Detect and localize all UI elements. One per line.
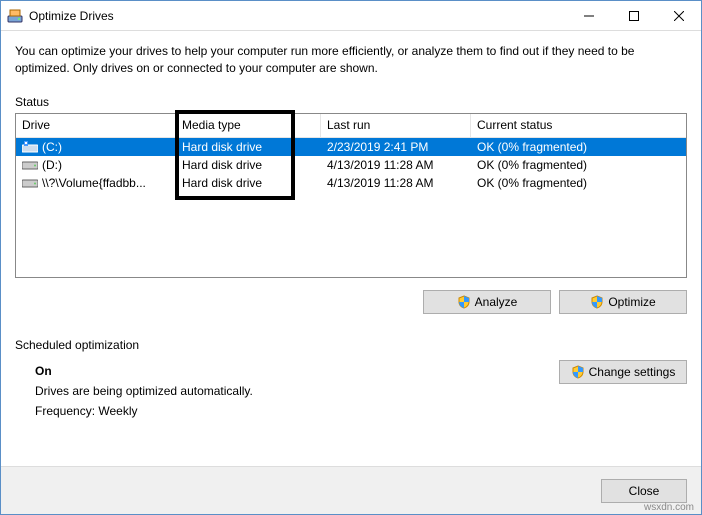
column-headers: Drive Media type Last run Current status <box>16 114 686 138</box>
drive-name: (D:) <box>42 158 62 172</box>
shield-icon <box>571 365 585 379</box>
drive-media: Hard disk drive <box>176 138 321 156</box>
hdd-icon <box>22 177 38 189</box>
scheduled-freq: Frequency: Weekly <box>35 404 687 418</box>
window-title: Optimize Drives <box>29 9 114 23</box>
hdd-icon <box>22 159 38 171</box>
table-row[interactable]: (C:) Hard disk drive 2/23/2019 2:41 PM O… <box>16 138 686 156</box>
col-status[interactable]: Current status <box>471 114 686 137</box>
col-drive[interactable]: Drive <box>16 114 176 137</box>
table-row[interactable]: (D:) Hard disk drive 4/13/2019 11:28 AM … <box>16 156 686 174</box>
drives-list[interactable]: Drive Media type Last run Current status… <box>15 113 687 278</box>
watermark: wsxdn.com <box>644 502 694 513</box>
col-media[interactable]: Media type <box>176 114 321 137</box>
drive-lastrun: 2/23/2019 2:41 PM <box>321 138 471 156</box>
maximize-button[interactable] <box>611 1 656 31</box>
os-drive-icon <box>22 141 38 153</box>
scheduled-desc: Drives are being optimized automatically… <box>35 384 687 398</box>
drive-status: OK (0% fragmented) <box>471 138 686 156</box>
drive-name: (C:) <box>42 140 62 154</box>
close-dialog-button[interactable]: Close <box>601 479 687 503</box>
table-row[interactable]: \\?\Volume{ffadbb... Hard disk drive 4/1… <box>16 174 686 192</box>
drive-media: Hard disk drive <box>176 156 321 174</box>
change-settings-label: Change settings <box>589 365 676 379</box>
drive-lastrun: 4/13/2019 11:28 AM <box>321 156 471 174</box>
optimize-button[interactable]: Optimize <box>559 290 687 314</box>
close-button[interactable] <box>656 1 701 31</box>
status-label: Status <box>15 95 687 109</box>
close-label: Close <box>629 484 660 498</box>
shield-icon <box>457 295 471 309</box>
drive-status: OK (0% fragmented) <box>471 156 686 174</box>
optimize-drives-window: Optimize Drives You can optimize your dr… <box>0 0 702 515</box>
drive-status: OK (0% fragmented) <box>471 174 686 192</box>
titlebar: Optimize Drives <box>1 1 701 31</box>
scheduled-label: Scheduled optimization <box>15 338 687 352</box>
col-lastrun[interactable]: Last run <box>321 114 471 137</box>
analyze-label: Analyze <box>475 295 518 309</box>
optimize-label: Optimize <box>608 295 655 309</box>
app-icon <box>7 8 23 24</box>
change-settings-button[interactable]: Change settings <box>559 360 687 384</box>
footer: Close <box>1 466 701 514</box>
minimize-button[interactable] <box>566 1 611 31</box>
drive-name: \\?\Volume{ffadbb... <box>42 176 146 190</box>
drive-media: Hard disk drive <box>176 174 321 192</box>
drive-lastrun: 4/13/2019 11:28 AM <box>321 174 471 192</box>
analyze-button[interactable]: Analyze <box>423 290 551 314</box>
shield-icon <box>590 295 604 309</box>
description-text: You can optimize your drives to help you… <box>15 43 687 77</box>
